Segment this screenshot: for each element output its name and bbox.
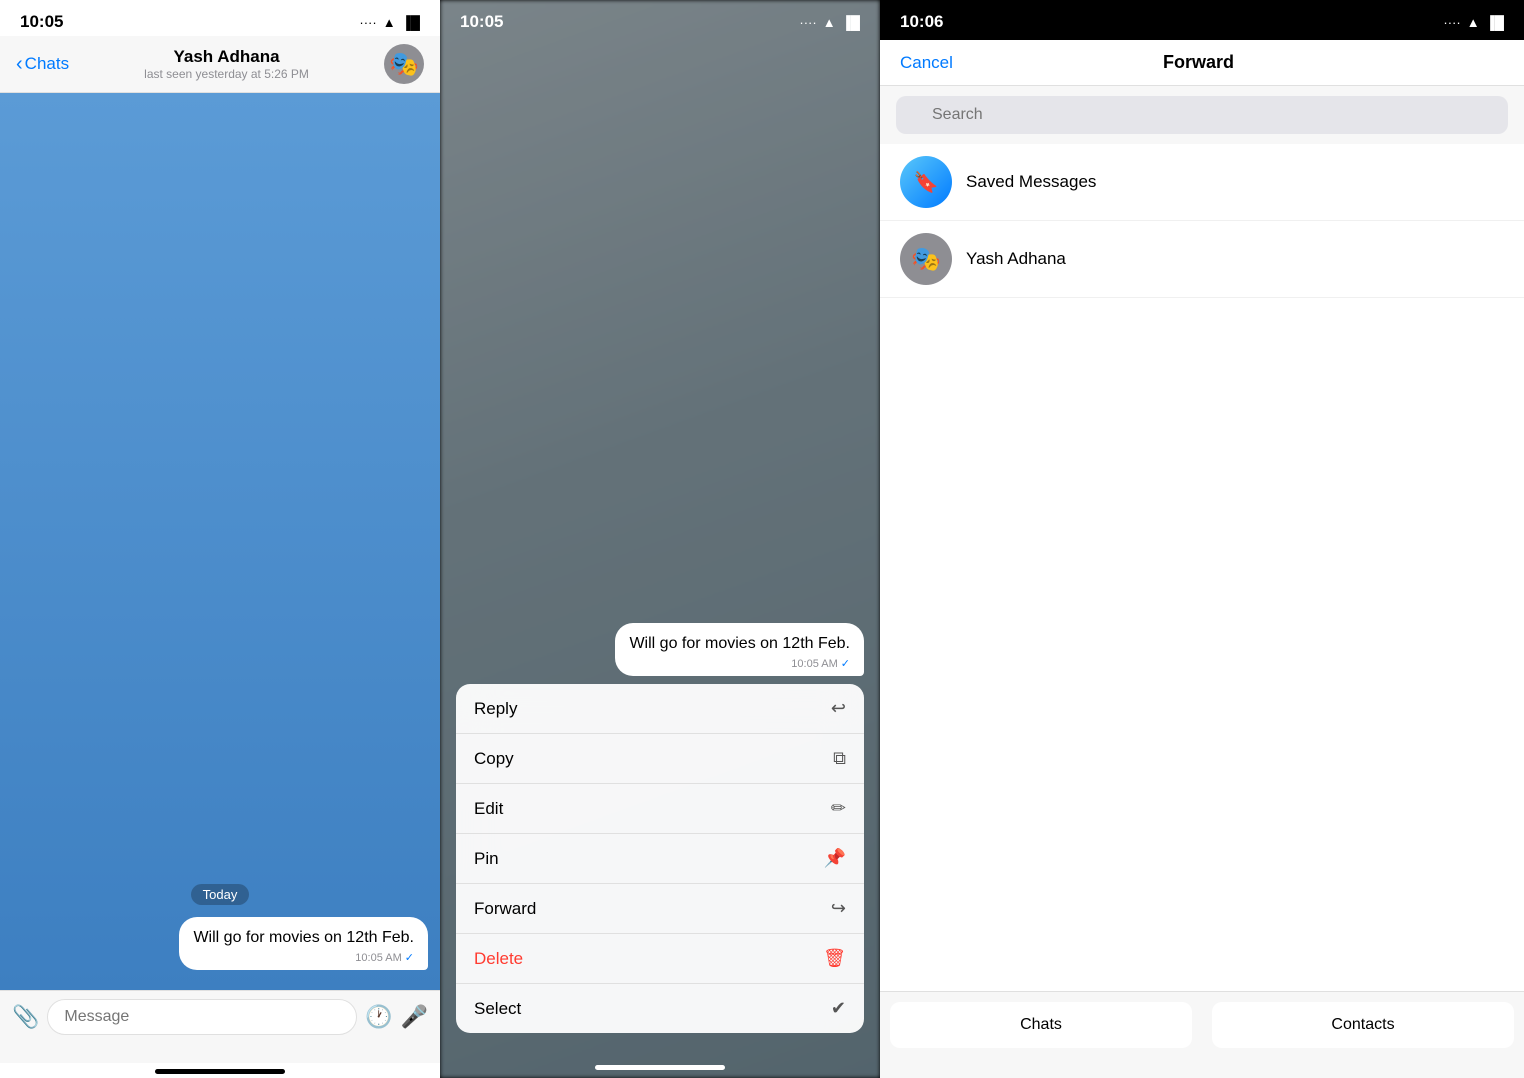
status-time: 10:05 [20,12,63,32]
nav-center: Yash Adhana last seen yesterday at 5:26 … [144,47,309,81]
contacts-tab[interactable]: Contacts [1212,1002,1514,1048]
menu-item-forward[interactable]: Forward ↪ [456,884,864,934]
status-icons-forward: ···· ▲ ▐█ [1443,15,1504,30]
battery-icon-fwd: ▐█ [1486,15,1504,30]
context-message-text: Will go for movies on 12th Feb. [629,635,850,652]
signal-icon-context: ···· [799,15,816,30]
menu-item-copy[interactable]: Copy ⧉ [456,734,864,784]
edit-label: Edit [474,799,503,819]
context-check-icon: ✓ [841,657,850,670]
date-label: Today [12,884,428,905]
bookmark-icon: 🔖 [914,170,939,195]
cancel-button[interactable]: Cancel [900,53,953,73]
copy-icon: ⧉ [833,748,846,769]
search-input[interactable] [896,96,1508,134]
menu-item-select[interactable]: Select ✔ [456,984,864,1033]
yash-avatar: 🎭 [900,233,952,285]
status-bar-context: 10:05 ···· ▲ ▐█ [440,0,880,36]
home-indicator-context [440,1053,880,1078]
chat-body: Today Will go for movies on 12th Feb. 10… [0,93,440,990]
context-content: Will go for movies on 12th Feb. 10:05 AM… [440,36,880,1053]
forward-title: Forward [1163,52,1234,73]
bottom-tabs: Chats Contacts [880,991,1524,1078]
forward-list: 🔖 Saved Messages 🎭 Yash Adhana [880,144,1524,991]
delete-icon: 🗑 [823,948,846,969]
wifi-icon-context: ▲ [823,15,836,30]
delete-label: Delete [474,949,523,969]
chats-tab[interactable]: Chats [890,1002,1192,1048]
check-icon: ✓ [405,951,414,964]
search-container: 🔍 [896,96,1508,134]
reply-label: Reply [474,699,517,719]
yash-name: Yash Adhana [966,249,1066,269]
select-label: Select [474,999,521,1019]
avatar-icon: 🎭 [389,50,419,79]
copy-label: Copy [474,749,514,769]
back-button[interactable]: ‹ Chats [16,53,69,76]
message-input[interactable] [47,999,357,1035]
contact-avatar[interactable]: 🎭 [384,44,424,84]
forward-nav: Cancel Forward [880,40,1524,86]
forward-label: Forward [474,899,536,919]
message-text: Will go for movies on 12th Feb. [193,929,414,946]
status-bar-forward: 10:06 ···· ▲ ▐█ [880,0,1524,40]
battery-icon-context: ▐█ [842,15,860,30]
reply-icon: ↩ [831,698,846,719]
pin-icon: 📌 [824,848,846,869]
context-message-time: 10:05 AM [791,658,837,670]
status-time-forward: 10:06 [900,12,943,32]
last-seen-status: last seen yesterday at 5:26 PM [144,67,309,81]
message-time: 10:05 AM [355,952,401,964]
context-menu: Reply ↩ Copy ⧉ Edit ✏ Pin 📌 Forward ↪ De… [456,684,864,1033]
panel-context-menu: 10:05 ···· ▲ ▐█ Will go for movies on 12… [440,0,880,1078]
forward-icon: ↪ [831,898,846,919]
message-meta: 10:05 AM ✓ [193,951,414,964]
message-bubble: Will go for movies on 12th Feb. 10:05 AM… [179,917,428,970]
status-bar-chat: 10:05 ···· ▲ ▐█ [0,0,440,36]
wifi-icon-fwd: ▲ [1467,15,1480,30]
panel-chat: 10:05 ···· ▲ ▐█ ‹ Chats Yash Adhana last… [0,0,440,1078]
nav-bar: ‹ Chats Yash Adhana last seen yesterday … [0,36,440,93]
wifi-icon: ▲ [383,15,396,30]
saved-messages-item[interactable]: 🔖 Saved Messages [880,144,1524,221]
chevron-left-icon: ‹ [16,53,23,76]
select-icon: ✔ [831,998,846,1019]
person-icon: 🎭 [911,245,941,274]
home-bar [595,1065,725,1070]
attachment-icon[interactable]: 📎 [12,1004,39,1030]
status-time-context: 10:05 [460,12,503,32]
status-icons: ···· ▲ ▐█ [359,15,420,30]
menu-item-reply[interactable]: Reply ↩ [456,684,864,734]
search-bar: 🔍 [880,86,1524,144]
chat-input-bar: 📎 🕐 🎤 [0,990,440,1063]
battery-icon: ▐█ [402,15,420,30]
date-badge: Today [191,884,250,905]
saved-messages-avatar: 🔖 [900,156,952,208]
menu-item-pin[interactable]: Pin 📌 [456,834,864,884]
emoji-icon[interactable]: 🕐 [365,1004,392,1030]
contact-name: Yash Adhana [173,47,279,67]
menu-item-edit[interactable]: Edit ✏ [456,784,864,834]
signal-icon: ···· [359,15,376,30]
context-message-meta: 10:05 AM ✓ [629,657,850,670]
home-indicator [155,1069,285,1074]
back-label[interactable]: Chats [25,54,69,74]
voice-icon[interactable]: 🎤 [401,1004,428,1030]
edit-icon: ✏ [831,798,846,819]
context-message-bubble: Will go for movies on 12th Feb. 10:05 AM… [615,623,864,676]
yash-adhana-item[interactable]: 🎭 Yash Adhana [880,221,1524,298]
saved-messages-name: Saved Messages [966,172,1096,192]
menu-item-delete[interactable]: Delete 🗑 [456,934,864,984]
signal-icon-fwd: ···· [1443,15,1460,30]
panel-forward: 10:06 ···· ▲ ▐█ Cancel Forward 🔍 🔖 Saved… [880,0,1524,1078]
status-icons-context: ···· ▲ ▐█ [799,15,860,30]
pin-label: Pin [474,849,499,869]
